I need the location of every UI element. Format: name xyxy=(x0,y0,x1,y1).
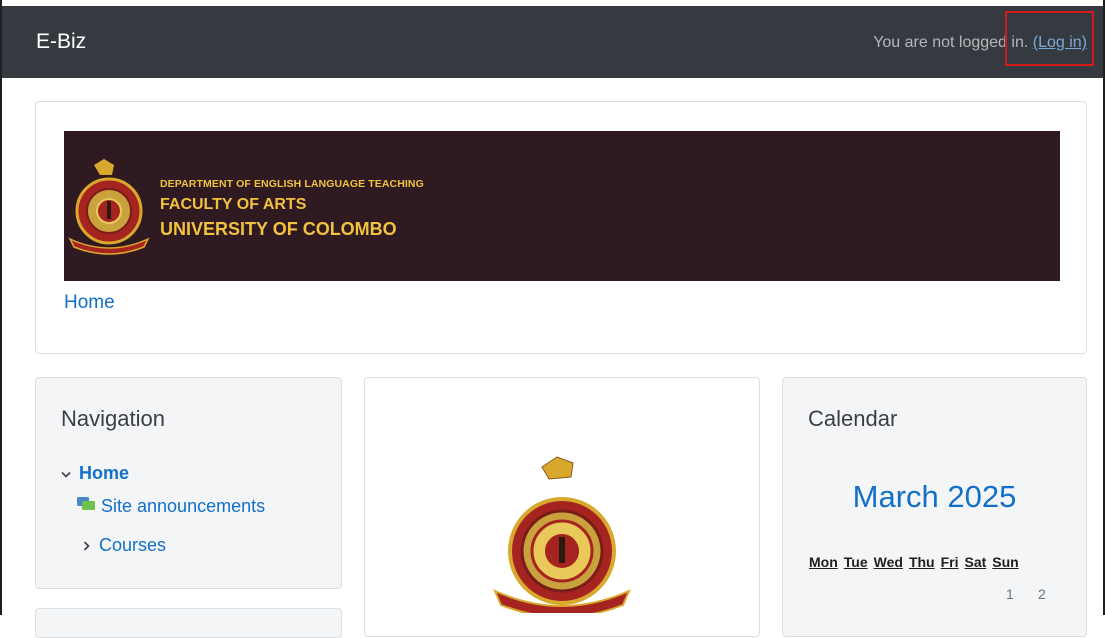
weekday-wed: Wed xyxy=(873,554,903,570)
nav-announce-label[interactable]: Site announcements xyxy=(101,496,265,517)
nav-courses-label[interactable]: Courses xyxy=(99,535,166,556)
chevron-down-icon[interactable] xyxy=(61,466,71,482)
login-link[interactable]: (Log in) xyxy=(1033,34,1087,51)
calendar-month[interactable]: March 2025 xyxy=(783,479,1086,515)
page-header: DEPARTMENT OF ENGLISH LANGUAGE TEACHING … xyxy=(35,101,1087,354)
weekday-sun: Sun xyxy=(992,554,1019,570)
nav-item-courses[interactable]: Courses xyxy=(83,535,166,556)
banner-department: DEPARTMENT OF ENGLISH LANGUAGE TEACHING xyxy=(160,178,424,190)
weekday-sat: Sat xyxy=(964,554,987,570)
banner-university: UNIVERSITY OF COLOMBO xyxy=(160,219,397,239)
university-logo-icon xyxy=(493,456,631,613)
banner-text: DEPARTMENT OF ENGLISH LANGUAGE TEACHING … xyxy=(160,178,424,240)
navigation-block: Navigation Home Site announcements Cours… xyxy=(35,377,342,589)
weekday-tue: Tue xyxy=(843,554,868,570)
calendar-day[interactable]: 1 xyxy=(1006,586,1014,602)
chevron-right-icon[interactable] xyxy=(83,538,91,554)
navigation-title: Navigation xyxy=(61,406,165,431)
weekday-thu: Thu xyxy=(908,554,935,570)
banner-faculty: FACULTY OF ARTS xyxy=(160,196,307,213)
left-border xyxy=(0,0,2,615)
department-banner: DEPARTMENT OF ENGLISH LANGUAGE TEACHING … xyxy=(64,131,1060,281)
nav-item-home[interactable]: Home xyxy=(61,463,129,484)
weekday-fri: Fri xyxy=(940,554,959,570)
calendar-weekday-header: Mon Tue Wed Thu Fri Sat Sun xyxy=(809,554,1019,570)
main-content xyxy=(364,377,760,637)
nav-item-site-announcements[interactable]: Site announcements xyxy=(77,496,265,517)
breadcrumb-home[interactable]: Home xyxy=(64,292,115,314)
top-navbar: E-Biz You are not logged in. (Log in) xyxy=(2,6,1103,78)
login-info: You are not logged in. (Log in) xyxy=(873,34,1087,52)
calendar-block: Calendar March 2025 Mon Tue Wed Thu Fri … xyxy=(782,377,1087,637)
not-logged-in-text: You are not logged in. xyxy=(873,34,1029,51)
calendar-day[interactable]: 2 xyxy=(1038,586,1046,602)
nav-home-label[interactable]: Home xyxy=(79,463,129,484)
weekday-mon: Mon xyxy=(809,554,838,570)
forum-icon xyxy=(77,496,95,517)
calendar-title: Calendar xyxy=(808,406,898,431)
second-block xyxy=(35,608,342,638)
site-brand[interactable]: E-Biz xyxy=(36,30,86,54)
university-crest-icon xyxy=(68,159,150,255)
